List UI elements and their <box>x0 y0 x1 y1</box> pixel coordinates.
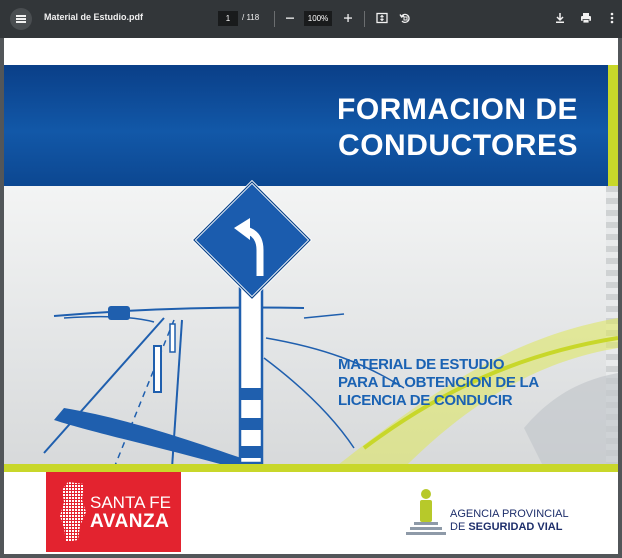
minus-icon <box>286 17 294 19</box>
bottom-accent-stripe <box>4 464 618 472</box>
logo-prefix: DE <box>450 521 469 533</box>
zoom-in-button[interactable] <box>340 10 356 26</box>
document-title: Material de Estudio.pdf <box>44 12 144 22</box>
download-button[interactable] <box>552 10 568 26</box>
more-vert-icon <box>610 12 614 24</box>
download-icon <box>556 13 564 23</box>
print-icon <box>581 13 591 24</box>
subtitle-line: PARA LA OBTENCION DE LA <box>338 374 539 391</box>
plus-icon <box>344 14 352 22</box>
logo-bold: SEGURIDAD VIAL <box>468 521 563 533</box>
cover-subtitle: MATERIAL DE ESTUDIO PARA LA OBTENCION DE… <box>338 356 588 410</box>
subtitle-line: MATERIAL DE ESTUDIO <box>338 356 505 373</box>
print-button[interactable] <box>578 10 594 26</box>
logo-line-2: AVANZA <box>90 511 170 532</box>
zoom-input[interactable]: 100% <box>304 11 332 26</box>
fit-page-button[interactable] <box>374 10 390 26</box>
title-line: FORMACION DE <box>337 93 578 126</box>
toolbar-divider <box>274 11 275 27</box>
agencia-seguridad-vial-logo: AGENCIA PROVINCIAL DE SEGURIDAD VIAL <box>402 488 602 540</box>
logo-line-2: DE SEGURIDAD VIAL <box>450 521 562 533</box>
pedestrian-crossing-icon <box>406 489 446 535</box>
santa-fe-avanza-logo: SANTA FE AVANZA <box>46 472 181 552</box>
cover-title: FORMACION DE CONDUCTORES <box>298 92 578 164</box>
road-sign-illustration <box>43 179 618 468</box>
logo-line-1: SANTA FE <box>90 493 171 512</box>
rotate-icon <box>399 13 410 24</box>
document-viewer[interactable]: FORMACION DE CONDUCTORES MATERIAL DE EST… <box>0 38 622 558</box>
subtitle-line: LICENCIA DE CONDUCIR <box>338 392 513 409</box>
pdf-toolbar: Material de Estudio.pdf 1 / 118 100% <box>0 0 622 38</box>
logo-line-1: AGENCIA PROVINCIAL <box>450 508 569 520</box>
page-top-margin <box>4 38 618 65</box>
page-total-label: / 118 <box>242 13 260 22</box>
menu-icon <box>16 16 26 22</box>
more-options-button[interactable] <box>604 10 620 26</box>
toolbar-divider <box>364 11 365 27</box>
page-number-input[interactable]: 1 <box>218 11 238 26</box>
province-map-icon <box>60 482 86 542</box>
menu-button[interactable] <box>10 8 32 30</box>
rotate-button[interactable] <box>397 10 413 26</box>
pdf-page: FORMACION DE CONDUCTORES MATERIAL DE EST… <box>4 38 618 554</box>
fit-page-icon <box>376 12 388 24</box>
zoom-out-button[interactable] <box>282 10 298 26</box>
title-line: CONDUCTORES <box>338 129 578 162</box>
